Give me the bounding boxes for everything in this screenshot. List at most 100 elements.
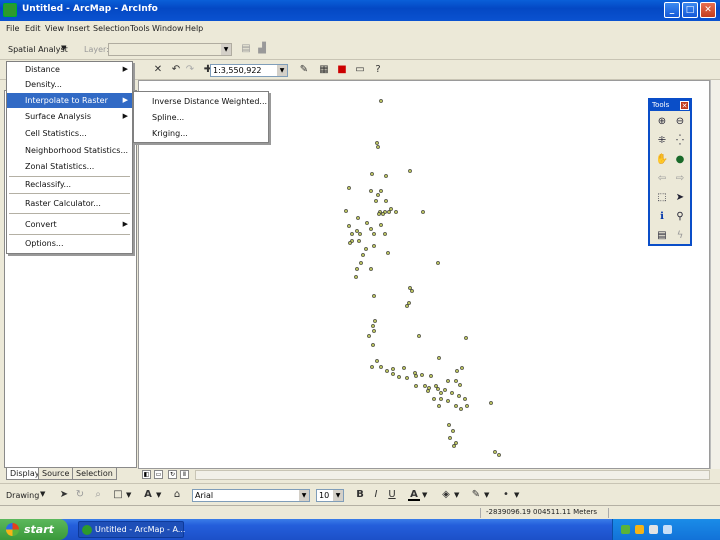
sample-point[interactable] <box>458 383 462 387</box>
sample-point[interactable] <box>347 224 351 228</box>
sample-point[interactable] <box>350 232 354 236</box>
zoom-out-icon[interactable]: ⊖ <box>673 115 687 129</box>
sample-point[interactable] <box>437 404 441 408</box>
data-view-icon[interactable]: ◧ <box>142 470 151 479</box>
menu-item-surface-analysis[interactable]: Surface Analysis ▶ <box>7 109 132 124</box>
tray-app-icon[interactable] <box>663 525 672 534</box>
tray-security-icon[interactable] <box>635 525 644 534</box>
sample-point[interactable] <box>387 210 391 214</box>
sample-point[interactable] <box>423 384 427 388</box>
sample-point[interactable] <box>364 247 368 251</box>
map-scale-select[interactable]: 1:3,550,922 ▼ <box>210 64 288 77</box>
menu-item-spline[interactable]: Spline... <box>134 110 268 125</box>
sample-point[interactable] <box>372 244 376 248</box>
sample-point[interactable] <box>454 379 458 383</box>
sample-point[interactable] <box>371 343 375 347</box>
sample-point[interactable] <box>367 334 371 338</box>
sample-point[interactable] <box>356 216 360 220</box>
sample-point[interactable] <box>358 232 362 236</box>
sample-point[interactable] <box>452 444 456 448</box>
vertical-scrollbar[interactable] <box>710 80 720 469</box>
sample-point[interactable] <box>421 210 425 214</box>
sample-point[interactable] <box>379 365 383 369</box>
sample-point[interactable] <box>379 189 383 193</box>
sample-point[interactable] <box>374 199 378 203</box>
chevron-down-icon[interactable]: ▼ <box>126 491 131 499</box>
sample-point[interactable] <box>355 229 359 233</box>
sample-point[interactable] <box>436 261 440 265</box>
sample-point[interactable] <box>379 99 383 103</box>
menu-selection[interactable]: Selection <box>93 24 130 33</box>
menu-help[interactable]: Help <box>185 24 203 33</box>
sample-point[interactable] <box>369 227 373 231</box>
sample-point[interactable] <box>389 207 393 211</box>
sample-point[interactable] <box>397 375 401 379</box>
select-elements-icon[interactable]: ➤ <box>58 489 70 501</box>
back-extent-icon[interactable]: ⇦ <box>655 172 669 186</box>
sample-point[interactable] <box>464 336 468 340</box>
sample-point[interactable] <box>405 376 409 380</box>
arccatalog-icon[interactable]: ▦ <box>318 64 330 76</box>
tab-source[interactable]: Source <box>38 468 74 480</box>
sample-point[interactable] <box>372 294 376 298</box>
fill-color-icon[interactable]: ◈ <box>440 489 452 501</box>
menu-item-kriging[interactable]: Kriging... <box>134 126 268 141</box>
menu-insert[interactable]: Insert <box>67 24 90 33</box>
menu-file[interactable]: File <box>6 24 19 33</box>
sample-point[interactable] <box>369 189 373 193</box>
sample-point[interactable] <box>414 374 418 378</box>
sample-point[interactable] <box>405 304 409 308</box>
sample-point[interactable] <box>402 366 406 370</box>
underline-button[interactable]: U <box>386 489 398 501</box>
sample-point[interactable] <box>372 232 376 236</box>
sample-point[interactable] <box>408 169 412 173</box>
bold-button[interactable]: B <box>354 489 366 501</box>
menu-view[interactable]: View <box>45 24 64 33</box>
tab-selection[interactable]: Selection <box>72 468 117 480</box>
command-line-icon[interactable]: ▭ <box>354 64 366 76</box>
find-icon[interactable]: ⚲ <box>673 210 687 224</box>
fixed-zoom-out-icon[interactable]: ⁛ <box>673 134 687 148</box>
chevron-down-icon[interactable]: ▼ <box>454 491 459 499</box>
sample-point[interactable] <box>377 212 381 216</box>
identify-icon[interactable]: ℹ <box>655 210 669 224</box>
sample-point[interactable] <box>375 141 379 145</box>
sample-point[interactable] <box>497 453 501 457</box>
sample-point[interactable] <box>439 397 443 401</box>
sample-point[interactable] <box>381 212 385 216</box>
menu-edit[interactable]: Edit <box>25 24 41 33</box>
full-extent-icon[interactable]: ● <box>673 153 687 167</box>
layout-view-icon[interactable]: ▭ <box>154 470 163 479</box>
chevron-down-icon[interactable]: ▼ <box>40 490 45 498</box>
close-icon[interactable]: ✕ <box>680 101 689 110</box>
fixed-zoom-in-icon[interactable]: ⁜ <box>655 134 669 148</box>
sample-point[interactable] <box>373 319 377 323</box>
sample-point[interactable] <box>432 397 436 401</box>
font-select[interactable]: Arial ▼ <box>192 489 310 502</box>
sample-point[interactable] <box>460 366 464 370</box>
edit-vertices-icon[interactable]: ⌂ <box>171 489 183 501</box>
sample-point[interactable] <box>384 174 388 178</box>
sample-point[interactable] <box>359 261 363 265</box>
sample-point[interactable] <box>443 388 447 392</box>
horizontal-scrollbar[interactable] <box>195 470 710 480</box>
sample-point[interactable] <box>386 251 390 255</box>
chevron-down-icon[interactable]: ▼ <box>422 491 427 499</box>
sample-point[interactable] <box>376 145 380 149</box>
sample-point[interactable] <box>376 193 380 197</box>
whats-this-icon[interactable]: ? <box>372 64 384 76</box>
sample-point[interactable] <box>429 374 433 378</box>
sample-point[interactable] <box>372 329 376 333</box>
sample-point[interactable] <box>459 407 463 411</box>
sample-point[interactable] <box>446 399 450 403</box>
sample-point[interactable] <box>450 391 454 395</box>
pan-icon[interactable]: ✋ <box>655 153 669 167</box>
sample-point[interactable] <box>407 301 411 305</box>
close-button[interactable]: ✕ <box>700 2 716 18</box>
redo-icon[interactable]: ↷ <box>184 64 196 76</box>
histogram-icon[interactable]: ▟ <box>256 43 268 55</box>
sample-point[interactable] <box>383 232 387 236</box>
refresh-icon[interactable]: ↻ <box>168 470 177 479</box>
zoom-in-icon[interactable]: ⊕ <box>655 115 669 129</box>
sample-point[interactable] <box>365 221 369 225</box>
